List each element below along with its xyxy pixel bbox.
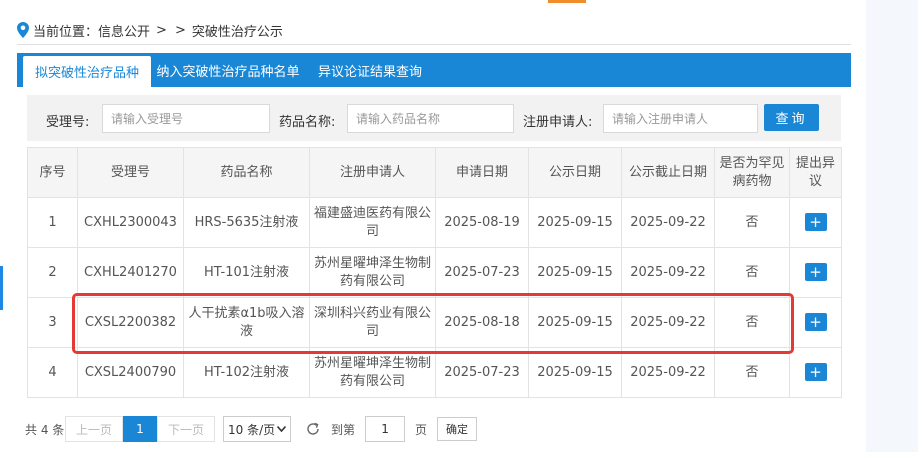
table-row: 4 CXSL2400790 HT-102注射液 苏州星曜坤泽生物制药有限公司 2… <box>27 347 842 398</box>
cell-drug-name: HT-101注射液 <box>183 247 310 298</box>
breadcrumb-separator: > <box>156 22 167 38</box>
results-table: 序号 受理号 药品名称 注册申请人 申请日期 公示日期 公示截止日期 是否为罕见… <box>27 147 842 398</box>
cell-accept-no: CXSL2400790 <box>77 347 184 398</box>
cell-applicant: 苏州星曜坤泽生物制药有限公司 <box>309 247 436 298</box>
tab-objection-results[interactable]: 异议论证结果查询 <box>305 53 435 87</box>
col-header-drug-name: 药品名称 <box>183 147 310 198</box>
page-size-value: 10 条/页 <box>228 422 276 437</box>
add-objection-button[interactable]: + <box>804 212 827 231</box>
col-header-apply-date: 申请日期 <box>435 147 529 198</box>
chevron-down-icon <box>277 426 286 432</box>
add-objection-button[interactable]: + <box>804 312 827 331</box>
cell-rare-disease: 否 <box>714 297 790 348</box>
cell-objection: + <box>789 297 842 348</box>
prev-page-button[interactable]: 上一页 <box>65 416 123 442</box>
tab-proposed-breakthrough[interactable]: 拟突破性治疗品种 <box>23 56 151 87</box>
cell-objection: + <box>789 197 842 248</box>
cell-objection: + <box>789 347 842 398</box>
cell-accept-no: CXHL2401270 <box>77 247 184 298</box>
cell-accept-no: CXHL2300043 <box>77 197 184 248</box>
table-row: 1 CXHL2300043 HRS-5635注射液 福建盛迪医药有限公司 202… <box>27 197 842 248</box>
breadcrumb-item-current: 突破性治疗公示 <box>191 24 283 40</box>
accept-no-label: 受理号: <box>46 115 90 130</box>
cell-publish-date: 2025-09-15 <box>528 197 622 248</box>
search-bar: 受理号: 药品名称: 注册申请人: 查询 <box>27 95 841 141</box>
drug-name-label: 药品名称: <box>279 115 336 130</box>
page-size-select[interactable]: 10 条/页 <box>223 416 291 442</box>
right-side-panel <box>866 0 918 452</box>
pagination: 共 4 条 上一页 1 下一页 10 条/页 到第 页 确定 <box>25 416 478 442</box>
cell-apply-date: 2025-07-23 <box>435 247 529 298</box>
cell-deadline: 2025-09-22 <box>621 197 715 248</box>
page-unit-label: 页 <box>415 422 428 437</box>
col-header-applicant: 注册申请人 <box>309 147 436 198</box>
cell-rare-disease: 否 <box>714 247 790 298</box>
add-objection-button[interactable]: + <box>804 262 827 281</box>
col-header-rare-disease: 是否为罕见病药物 <box>714 147 790 198</box>
cell-drug-name: 人干扰素α1b吸入溶液 <box>183 297 310 348</box>
accept-no-input[interactable] <box>102 104 270 133</box>
applicant-input[interactable] <box>603 104 758 133</box>
cell-no: 3 <box>27 297 78 348</box>
drug-name-input[interactable] <box>347 104 514 133</box>
goto-label: 到第 <box>331 422 356 437</box>
breadcrumb-item-info[interactable]: 信息公开 <box>98 21 150 40</box>
total-count: 共 4 条 <box>25 422 65 437</box>
breadcrumb-separator: > <box>174 22 186 38</box>
cell-deadline: 2025-09-22 <box>621 247 715 298</box>
breadcrumb: 当前位置： 信息公开 > > 突破性治疗公示 <box>17 20 283 40</box>
cell-no: 2 <box>27 247 78 298</box>
cell-apply-date: 2025-08-18 <box>435 297 529 348</box>
tab-bar: 拟突破性治疗品种 纳入突破性治疗品种名单 异议论证结果查询 <box>17 53 851 87</box>
applicant-label: 注册申请人: <box>523 115 593 130</box>
next-page-button[interactable]: 下一页 <box>157 416 215 442</box>
cell-applicant: 苏州星曜坤泽生物制药有限公司 <box>309 347 436 398</box>
cell-no: 4 <box>27 347 78 398</box>
location-pin-icon <box>17 22 29 38</box>
goto-page-input[interactable] <box>365 416 406 442</box>
col-header-objection: 提出异议 <box>789 147 842 198</box>
cell-apply-date: 2025-07-23 <box>435 347 529 398</box>
cell-no: 1 <box>27 197 78 248</box>
cell-rare-disease: 否 <box>714 347 790 398</box>
cell-drug-name: HRS-5635注射液 <box>183 197 310 248</box>
col-header-accept-no: 受理号 <box>77 147 184 198</box>
cell-applicant: 福建盛迪医药有限公司 <box>309 197 436 248</box>
cell-publish-date: 2025-09-15 <box>528 297 622 348</box>
cell-publish-date: 2025-09-15 <box>528 347 622 398</box>
cell-accept-no: CXSL2200382 <box>77 297 184 348</box>
cell-publish-date: 2025-09-15 <box>528 247 622 298</box>
refresh-icon[interactable] <box>305 421 321 437</box>
query-button[interactable]: 查询 <box>764 104 819 131</box>
table-row: 2 CXHL2401270 HT-101注射液 苏州星曜坤泽生物制药有限公司 2… <box>27 247 842 298</box>
col-header-no: 序号 <box>27 147 78 198</box>
goto-confirm-button[interactable]: 确定 <box>437 417 478 441</box>
breadcrumb-divider <box>17 44 851 45</box>
cell-rare-disease: 否 <box>714 197 790 248</box>
cell-applicant: 深圳科兴药业有限公司 <box>309 297 436 348</box>
cell-drug-name: HT-102注射液 <box>183 347 310 398</box>
cell-deadline: 2025-09-22 <box>621 347 715 398</box>
breadcrumb-prefix: 当前位置： <box>33 24 99 40</box>
top-accent-bar <box>548 0 586 3</box>
table-row: 3 CXSL2200382 人干扰素α1b吸入溶液 深圳科兴药业有限公司 202… <box>27 297 842 348</box>
tab-included-list[interactable]: 纳入突破性治疗品种名单 <box>151 53 305 87</box>
table-header-row: 序号 受理号 药品名称 注册申请人 申请日期 公示日期 公示截止日期 是否为罕见… <box>27 147 842 198</box>
col-header-deadline: 公示截止日期 <box>621 147 715 198</box>
col-header-publish-date: 公示日期 <box>528 147 622 198</box>
current-page-button[interactable]: 1 <box>123 416 157 442</box>
add-objection-button[interactable]: + <box>804 362 827 381</box>
cell-apply-date: 2025-08-19 <box>435 197 529 248</box>
cell-deadline: 2025-09-22 <box>621 297 715 348</box>
left-accent-bar <box>0 266 3 310</box>
cell-objection: + <box>789 247 842 298</box>
